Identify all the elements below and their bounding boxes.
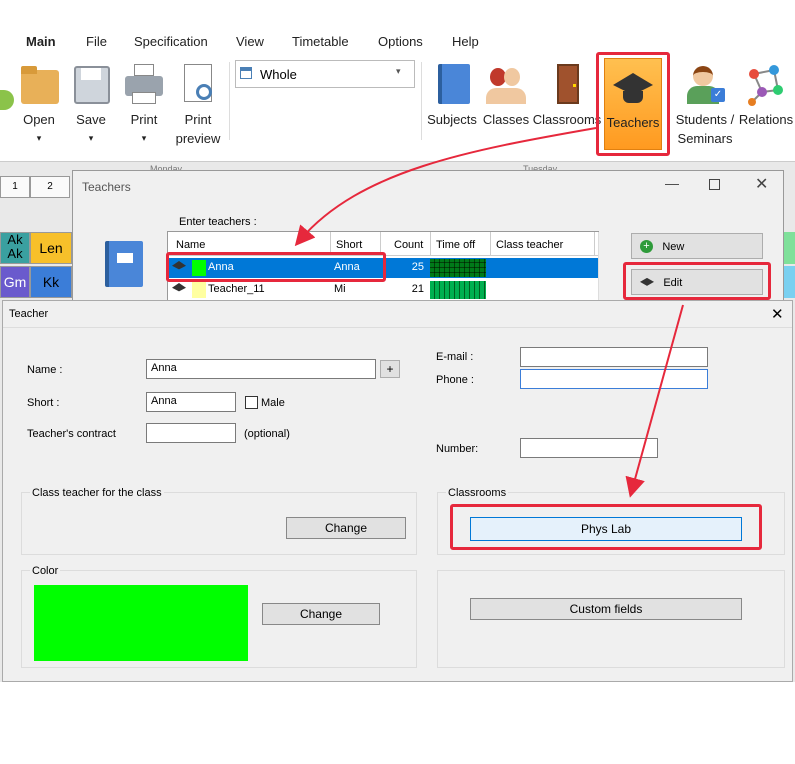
arrow-to-row — [294, 127, 597, 247]
annotation-arrows — [294, 127, 684, 498]
arrow-to-classroom — [625, 304, 684, 498]
